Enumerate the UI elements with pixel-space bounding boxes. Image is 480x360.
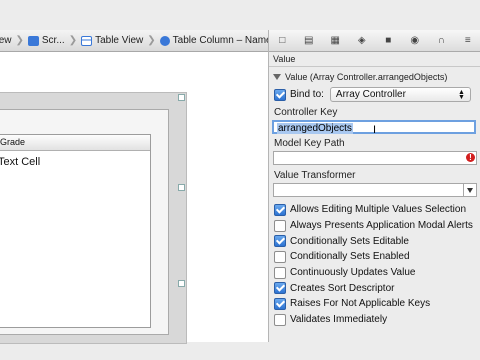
option-checkbox[interactable] — [274, 297, 286, 310]
column-header-label: Grade — [0, 137, 26, 147]
option-checkbox[interactable] — [274, 282, 286, 295]
option-row[interactable]: Conditionally Sets Editable — [269, 233, 480, 249]
binding-disclosure[interactable]: Value (Array Controller.arrangedObjects) — [269, 67, 480, 83]
section-title: Value — [269, 52, 480, 67]
option-checkbox[interactable] — [274, 235, 286, 248]
attributes-icon[interactable]: ◈ — [356, 35, 368, 46]
model-key-path-label: Model Key Path — [274, 138, 345, 149]
breadcrumb-label: Table View — [95, 35, 144, 46]
combo-dropdown-button[interactable] — [463, 184, 476, 196]
connections-icon[interactable]: ◉ — [409, 35, 421, 46]
option-label: Conditionally Sets Enabled — [290, 251, 410, 263]
bindings-inspector: □ ▤ ▦ ◈ ■ ◉ ∩ ≡ Value Value (Array Contr… — [268, 30, 480, 342]
resize-handle[interactable] — [178, 94, 185, 101]
xcode-window: View ❯ Scr... ❯ Table View ❯ Table Colum… — [0, 0, 480, 360]
option-row[interactable]: Raises For Not Applicable Keys — [269, 296, 480, 312]
scroll-view-icon — [27, 35, 39, 46]
option-checkbox[interactable] — [274, 219, 286, 232]
identity-icon[interactable]: ▦ — [329, 35, 341, 46]
option-checkbox[interactable] — [274, 266, 286, 279]
option-label: Conditionally Sets Editable — [290, 235, 409, 247]
text-cell-label: Text Cell — [0, 156, 41, 168]
disclosure-triangle-icon[interactable] — [273, 73, 281, 80]
bind-to-row: Bind to: Array Controller ▲ ▼ — [269, 87, 480, 102]
chevron-right-icon: ❯ — [147, 35, 156, 46]
chevron-right-icon: ❯ — [15, 35, 24, 46]
binding-options: Allows Editing Multiple Values Selection… — [269, 202, 480, 328]
option-label: Raises For Not Applicable Keys — [290, 298, 431, 310]
option-row[interactable]: Continuously Updates Value — [269, 265, 480, 281]
table-view[interactable]: Grade Text Cell — [0, 134, 151, 328]
chevron-down-icon — [467, 187, 473, 193]
chevron-right-icon: ❯ — [68, 35, 78, 46]
value-transformer-combo[interactable] — [273, 183, 477, 197]
text-cursor-icon: I — [373, 124, 377, 136]
option-row[interactable]: Conditionally Sets Enabled — [269, 249, 480, 265]
breadcrumb-item-table-column[interactable]: Table Column – Name — [159, 35, 268, 46]
breadcrumb-label: Table Column – Name — [172, 35, 268, 46]
breadcrumb-item-scroll-view[interactable]: Scr... — [27, 35, 65, 46]
size-icon[interactable]: ■ — [382, 35, 394, 46]
bind-to-value: Array Controller — [335, 89, 406, 100]
breadcrumb-label: View — [0, 35, 12, 46]
bind-to-checkbox[interactable] — [274, 88, 286, 101]
inspector-toolbar: □ ▤ ▦ ◈ ■ ◉ ∩ ≡ — [269, 30, 480, 52]
controller-key-field[interactable]: arrangedObjects I — [272, 120, 476, 136]
option-label: Validates Immediately — [290, 314, 388, 326]
breadcrumb-label: Scr... — [41, 35, 65, 46]
resize-handle[interactable] — [178, 184, 185, 191]
breadcrumb-item-view[interactable]: View — [0, 35, 12, 46]
option-checkbox[interactable] — [274, 250, 286, 263]
scroll-view[interactable]: Grade Text Cell — [0, 109, 169, 335]
stepper-arrows-icon: ▲ ▼ — [457, 88, 465, 101]
option-label: Creates Sort Descriptor — [290, 282, 395, 294]
option-row[interactable]: Always Presents Application Modal Alerts — [269, 218, 480, 234]
value-transformer-label: Value Transformer — [274, 170, 356, 181]
option-label: Allows Editing Multiple Values Selection — [290, 204, 467, 216]
breadcrumb: View ❯ Scr... ❯ Table View ❯ Table Colum… — [0, 30, 268, 52]
binding-title: Value (Array Controller.arrangedObjects) — [285, 71, 448, 82]
bind-to-select[interactable]: Array Controller ▲ ▼ — [329, 87, 471, 102]
option-row[interactable]: Creates Sort Descriptor — [269, 280, 480, 296]
file-icon[interactable]: □ — [276, 35, 288, 46]
error-icon: ! — [466, 153, 475, 162]
option-row[interactable]: Validates Immediately — [269, 312, 480, 328]
column-header[interactable]: Grade — [0, 135, 150, 151]
option-checkbox[interactable] — [274, 203, 286, 216]
option-label: Continuously Updates Value — [290, 267, 416, 279]
breadcrumb-item-table-view[interactable]: Table View — [81, 35, 143, 46]
quick-help-icon[interactable]: ▤ — [303, 35, 315, 46]
controller-key-value: arrangedObjects — [277, 123, 353, 134]
option-checkbox[interactable] — [274, 313, 286, 326]
bindings-icon[interactable]: ∩ — [435, 35, 447, 46]
resize-handles[interactable] — [176, 94, 185, 344]
text-cell[interactable]: Text Cell — [0, 156, 40, 168]
option-row[interactable]: Allows Editing Multiple Values Selection — [269, 202, 480, 218]
option-label: Always Presents Application Modal Alerts — [290, 220, 473, 232]
table-view-icon — [81, 35, 93, 46]
resize-handle[interactable] — [178, 280, 185, 287]
bind-to-label: Bind to: — [290, 89, 324, 100]
table-column-icon — [159, 35, 170, 46]
window-mockup: Grade Text Cell — [0, 92, 187, 344]
controller-key-label: Controller Key — [274, 107, 338, 118]
model-key-path-field[interactable]: ! — [273, 151, 477, 165]
effects-icon[interactable]: ≡ — [462, 35, 474, 46]
